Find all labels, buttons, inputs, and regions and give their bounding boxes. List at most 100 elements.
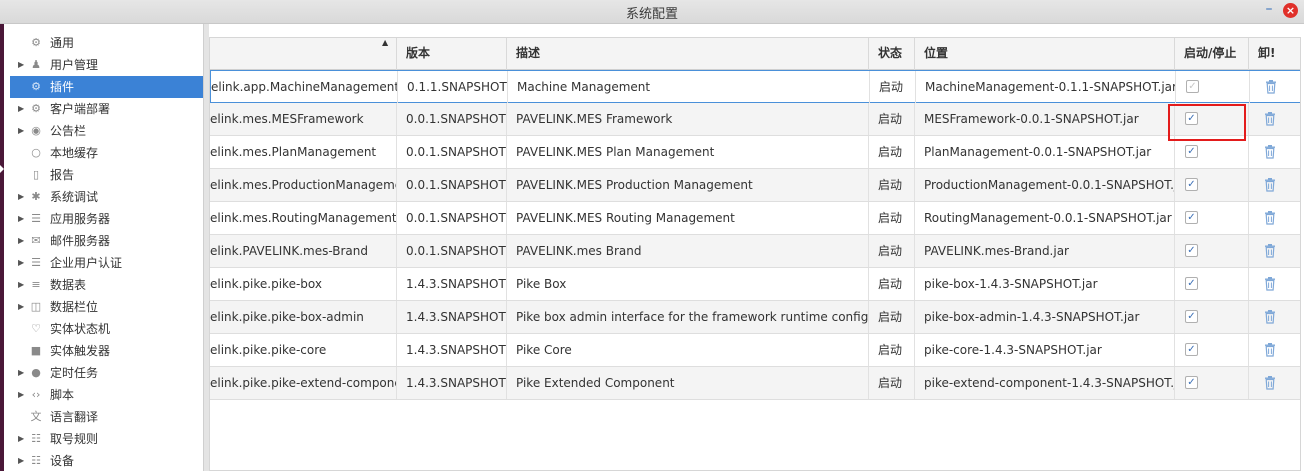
sidebar-item[interactable]: ▶ ☰ 应用服务器 — [10, 208, 203, 230]
envelope-icon: ✉ — [31, 234, 41, 247]
expand-arrow-icon[interactable]: ▶ — [18, 252, 24, 274]
sidebar-item[interactable]: ■ 实体触发器 — [10, 340, 203, 362]
trash-icon[interactable] — [1263, 210, 1277, 226]
expand-arrow-icon[interactable]: ▶ — [18, 274, 24, 296]
trash-icon[interactable] — [1263, 144, 1277, 160]
cell-uninstall — [1249, 235, 1300, 267]
cell-location: ProductionManagement-0.0.1-SNAPSHOT.jar — [915, 169, 1175, 201]
sidebar-item[interactable]: ⚙ 插件 — [10, 76, 203, 98]
cell-version: 0.0.1.SNAPSHOT — [397, 169, 507, 201]
expand-arrow-icon[interactable]: ▶ — [18, 186, 24, 208]
expand-arrow-icon[interactable]: ▶ — [18, 362, 24, 384]
table-row[interactable]: elink.pike.pike-extend-component 1.4.3.SN… — [210, 367, 1300, 400]
table-row[interactable]: elink.pike.pike-box-admin 1.4.3.SNAPSHOT P… — [210, 301, 1300, 334]
column-header-description[interactable]: 描述 — [507, 38, 869, 70]
cell-status: 启动 — [869, 268, 915, 300]
enable-checkbox[interactable]: ✓ — [1185, 211, 1198, 224]
column-header-enabled[interactable]: 启动/停止 — [1175, 38, 1249, 70]
column-header-status[interactable]: 状态 — [869, 38, 915, 70]
sidebar-item[interactable]: ▶ ● 定时任务 — [10, 362, 203, 384]
sidebar-item[interactable]: ▶ ☰ 企业用户认证 — [10, 252, 203, 274]
expand-arrow-icon[interactable]: ▶ — [18, 54, 24, 76]
sidebar-item[interactable]: 文语言翻译 — [10, 406, 203, 428]
cell-location: pike-box-admin-1.4.3-SNAPSHOT.jar — [915, 301, 1175, 333]
column-header-uninstall[interactable]: 卸! — [1249, 38, 1300, 70]
cell-status: 启动 — [869, 367, 915, 399]
gears-icon: ⚙ — [31, 36, 41, 49]
cell-status: 启动 — [869, 301, 915, 333]
translate-icon: 文 — [30, 410, 42, 423]
cell-description: PAVELINK.MES Framework — [507, 103, 869, 135]
cell-status: 启动 — [869, 136, 915, 168]
trash-icon[interactable] — [1263, 375, 1277, 391]
sidebar-item[interactable]: ▶ ✉ 邮件服务器 — [10, 230, 203, 252]
cell-version: 0.0.1.SNAPSHOT — [397, 136, 507, 168]
sidebar-item[interactable]: ▶ ◫ 数据栏位 — [10, 296, 203, 318]
table-row[interactable]: elink.mes.ProductionManagement 0.0.1.SNAP… — [210, 169, 1300, 202]
circle-icon: ○ — [31, 146, 41, 159]
sidebar-item-label: 语言翻译 — [50, 410, 99, 424]
enable-checkbox[interactable]: ✓ — [1185, 277, 1198, 290]
sidebar-item[interactable]: ▶ ⚙ 客户端部署 — [10, 98, 203, 120]
expand-arrow-icon[interactable]: ▶ — [18, 208, 24, 230]
enable-checkbox[interactable]: ✓ — [1186, 80, 1199, 93]
enable-checkbox[interactable]: ✓ — [1185, 343, 1198, 356]
cell-enabled: ✓ — [1175, 202, 1249, 234]
cell-uninstall — [1249, 334, 1300, 366]
trash-icon[interactable] — [1264, 79, 1278, 95]
sidebar-item[interactable]: ▶ ☷ 设备 — [10, 450, 203, 471]
expand-arrow-icon[interactable]: ▶ — [18, 450, 24, 471]
cell-name: elink.mes.PlanManagement — [210, 136, 397, 168]
cell-enabled: ✓ — [1175, 301, 1249, 333]
table-row[interactable]: elink.pike.pike-box 1.4.3.SNAPSHOT Pike Bo… — [210, 268, 1300, 301]
expand-arrow-icon[interactable]: ▶ — [18, 428, 24, 450]
trash-icon[interactable] — [1263, 177, 1277, 193]
expand-arrow-icon[interactable]: ▶ — [18, 98, 24, 120]
cell-name: elink.pike.pike-box — [210, 268, 397, 300]
sidebar-item[interactable]: ○ 本地缓存 — [10, 142, 203, 164]
table-row[interactable]: elink.mes.RoutingManagement 0.0.1.SNAPSHO… — [210, 202, 1300, 235]
cell-enabled: ✓ — [1175, 334, 1249, 366]
close-button[interactable]: × — [1283, 3, 1298, 18]
column-header-location[interactable]: 位置 — [915, 38, 1175, 70]
cell-name: elink.app.MachineManagement — [211, 71, 398, 103]
trash-icon[interactable] — [1263, 342, 1277, 358]
sidebar-item[interactable]: ▶ ♟ 用户管理 — [10, 54, 203, 76]
sidebar-item-label: 数据表 — [50, 278, 87, 292]
enable-checkbox[interactable]: ✓ — [1185, 376, 1198, 389]
sidebar-item[interactable]: ▶ ≡ 数据表 — [10, 274, 203, 296]
expand-arrow-icon[interactable]: ▶ — [18, 384, 24, 406]
trash-icon[interactable] — [1263, 111, 1277, 127]
cell-version: 0.0.1.SNAPSHOT — [397, 202, 507, 234]
table-row[interactable]: elink.PAVELINK.mes-Brand 0.0.1.SNAPSHOT PA… — [210, 235, 1300, 268]
enable-checkbox[interactable]: ✓ — [1185, 145, 1198, 158]
column-header-name[interactable] — [210, 38, 397, 70]
enable-checkbox[interactable]: ✓ — [1185, 112, 1198, 125]
sort-ascending-icon[interactable]: ▲ — [382, 38, 388, 47]
sidebar-item[interactable]: ⚙ 通用 — [10, 32, 203, 54]
sidebar-item[interactable]: ▯ 报告 — [10, 164, 203, 186]
trash-icon[interactable] — [1263, 309, 1277, 325]
enable-checkbox[interactable]: ✓ — [1185, 310, 1198, 323]
table-row[interactable]: elink.mes.PlanManagement 0.0.1.SNAPSHOT PA… — [210, 136, 1300, 169]
enable-checkbox[interactable]: ✓ — [1185, 244, 1198, 257]
trash-icon[interactable] — [1263, 243, 1277, 259]
sidebar-item[interactable]: ▶ ✱ 系统调试 — [10, 186, 203, 208]
expand-arrow-icon[interactable]: ▶ — [18, 120, 24, 142]
sidebar-item[interactable]: ▶ ☷ 取号规则 — [10, 428, 203, 450]
table-row[interactable]: elink.mes.MESFramework 0.0.1.SNAPSHOT PAVE… — [210, 103, 1300, 136]
expand-arrow-icon[interactable]: ▶ — [18, 230, 24, 252]
minimize-button[interactable]: – — [1262, 1, 1276, 21]
cell-description: PAVELINK.MES Production Management — [507, 169, 869, 201]
table-row[interactable]: elink.app.MachineManagement 0.1.1.SNAPSHO… — [210, 70, 1300, 103]
table-row[interactable]: elink.pike.pike-core 1.4.3.SNAPSHOT Pike C… — [210, 334, 1300, 367]
sidebar-item[interactable]: ▶ ‹› 脚本 — [10, 384, 203, 406]
sidebar-item-label: 报告 — [50, 168, 75, 182]
expand-arrow-icon[interactable]: ▶ — [18, 296, 24, 318]
sidebar-item[interactable]: ♡ 实体状态机 — [10, 318, 203, 340]
trash-icon[interactable] — [1263, 276, 1277, 292]
sidebar-item[interactable]: ▶ ◉ 公告栏 — [10, 120, 203, 142]
table-header: 版本 描述 状态 位置 启动/停止 卸! ▲ — [210, 38, 1300, 70]
enable-checkbox[interactable]: ✓ — [1185, 178, 1198, 191]
column-header-version[interactable]: 版本 — [397, 38, 507, 70]
